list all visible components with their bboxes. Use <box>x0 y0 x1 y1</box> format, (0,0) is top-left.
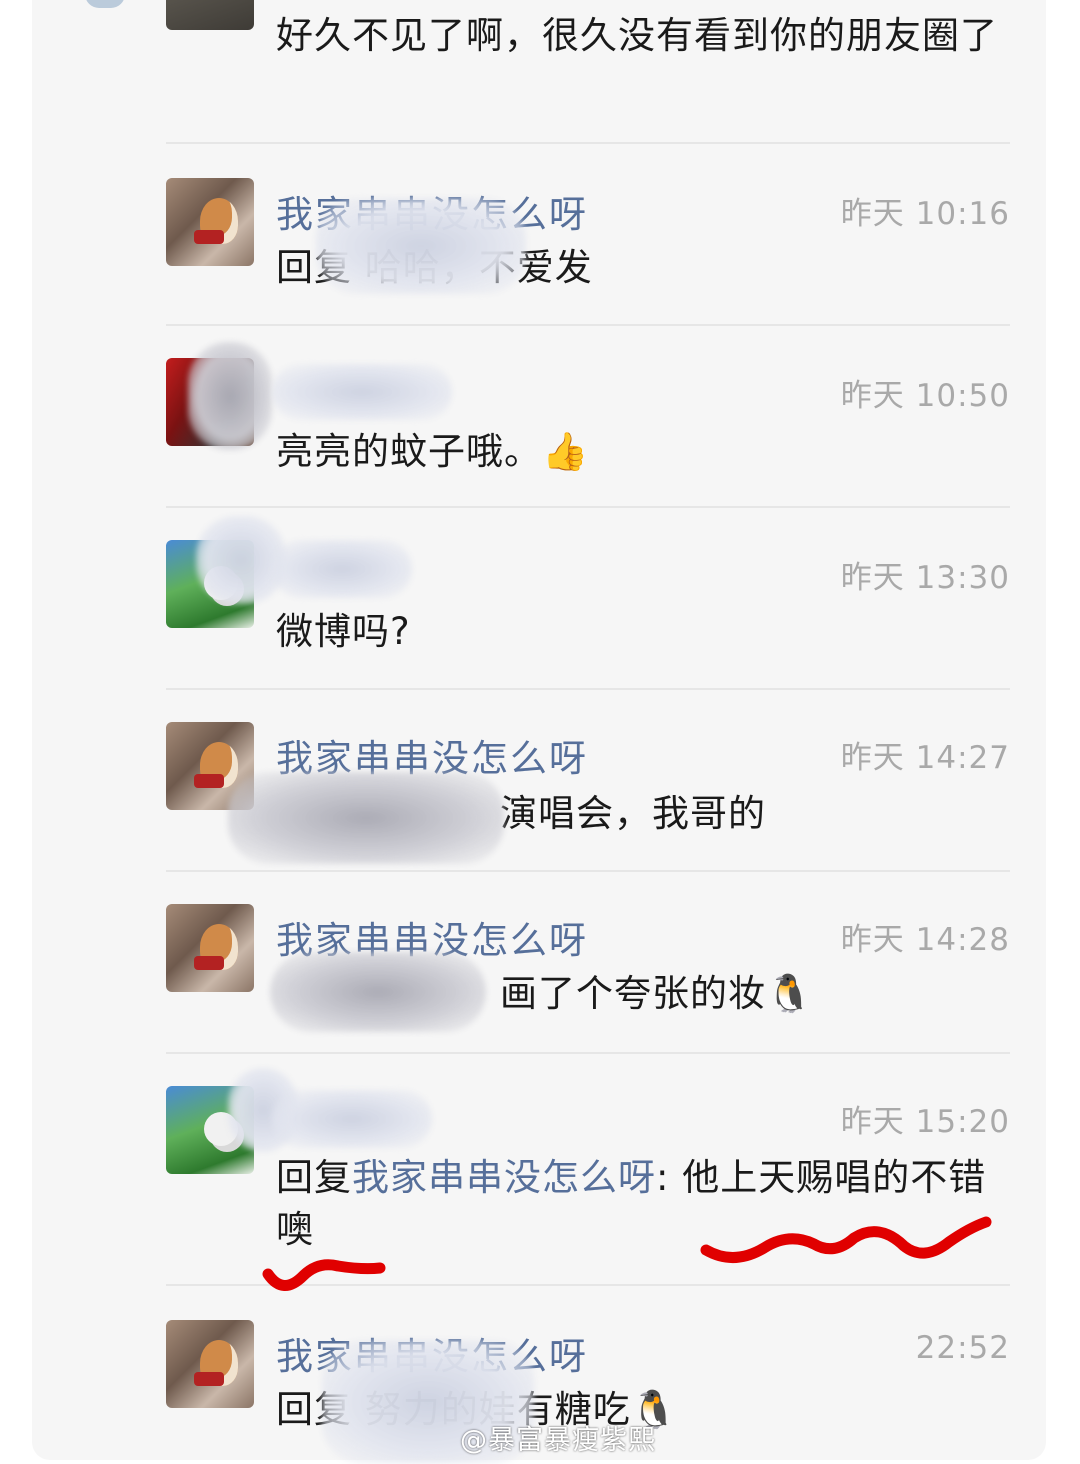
privacy-blur <box>270 952 486 1032</box>
comment-time: 昨天 14:28 <box>840 922 1010 958</box>
divider <box>166 870 1010 872</box>
reply-prefix: 回复 <box>276 1156 352 1199</box>
comment-text: 微博吗? <box>276 610 411 653</box>
avatar[interactable] <box>166 1320 254 1408</box>
name-blur <box>272 1090 432 1148</box>
privacy-blur <box>188 342 272 450</box>
divider <box>166 506 1010 508</box>
red-underline-mark <box>262 1259 386 1291</box>
divider <box>166 324 1010 326</box>
avatar[interactable] <box>166 178 254 266</box>
privacy-blur <box>316 198 526 294</box>
comment-text: 亮亮的蚊子哦。👍 <box>276 430 590 473</box>
watermark: @暴富暴瘦紫熙 <box>460 1425 656 1456</box>
comment-text: 画了个夸张的妆🐧 <box>500 972 814 1015</box>
divider <box>166 688 1010 690</box>
comment-time: 昨天 14:27 <box>840 740 1010 776</box>
avatar[interactable] <box>166 0 254 30</box>
avatar[interactable] <box>166 904 254 992</box>
comment-time: 昨天 10:50 <box>840 378 1010 414</box>
reply-target-link[interactable]: 我家串串没怎么呀 <box>352 1156 656 1199</box>
comment-time: 昨天 10:16 <box>840 196 1010 232</box>
comment-text: 演唱会，我哥的 <box>500 792 766 835</box>
comment-time: 22:52 <box>915 1330 1010 1366</box>
comment-time: 昨天 15:20 <box>840 1104 1010 1140</box>
comment-text: 好久不见了啊，很久没有看到你的朋友圈了 <box>276 14 998 57</box>
divider <box>166 142 1010 144</box>
comment-time: 昨天 13:30 <box>840 560 1010 596</box>
divider <box>166 1052 1010 1054</box>
red-underline-mark <box>700 1216 992 1264</box>
name-blur <box>272 364 452 420</box>
privacy-blur <box>228 772 504 864</box>
name-blur <box>272 540 412 598</box>
